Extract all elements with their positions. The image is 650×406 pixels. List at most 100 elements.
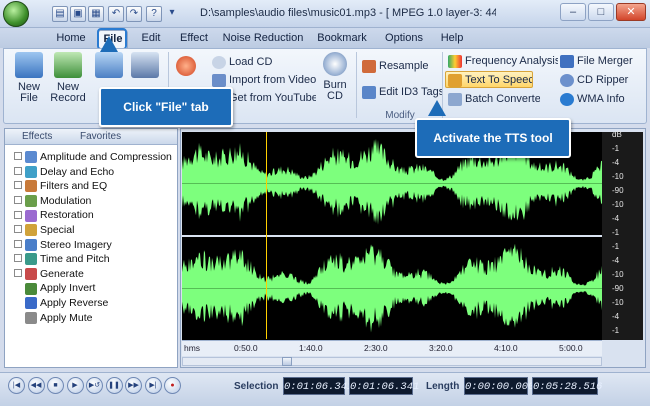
play-icon[interactable]: ▶	[66, 377, 84, 394]
text-to-speech-button[interactable]: Text To Speech	[448, 72, 532, 88]
customize-icon[interactable]: ▾	[166, 6, 178, 22]
pause-icon[interactable]: ❚❚	[105, 377, 123, 394]
meter-scale-label: -1	[612, 228, 620, 237]
go-start-icon[interactable]: |◀	[8, 377, 25, 394]
scrollbar-thumb[interactable]	[282, 357, 292, 366]
edit-id3-button[interactable]: Edit ID3 Tags	[362, 84, 442, 100]
tag-icon	[362, 85, 376, 99]
batch-icon	[448, 92, 462, 106]
cd-ripper-button[interactable]: CD Ripper	[560, 72, 644, 88]
window-title: D:\samples\audio files\music01.mp3 - [ M…	[200, 7, 496, 19]
tree-item[interactable]: Delay and Echo	[14, 165, 174, 180]
tab-help[interactable]: Help	[434, 30, 470, 48]
forward-icon[interactable]: ▶▶	[125, 377, 142, 394]
tree-item[interactable]: Generate	[14, 267, 174, 282]
rewind-icon[interactable]: ◀◀	[27, 377, 45, 394]
minimize-button[interactable]: –	[560, 3, 586, 21]
meter-scale-label: -90	[612, 284, 624, 293]
meter-scale-label: -1	[612, 326, 620, 335]
new-file-button[interactable]: New File	[12, 52, 46, 108]
meter-scale-label: -4	[612, 312, 620, 321]
go-end-icon[interactable]: ▶|	[144, 377, 162, 394]
wma-info-button[interactable]: WMA Info	[560, 91, 644, 107]
save-icon[interactable]: ▣	[70, 6, 86, 22]
length-start[interactable]: 0:00:00.000	[464, 377, 534, 395]
expand-icon[interactable]	[14, 269, 22, 278]
expand-icon[interactable]	[14, 239, 22, 248]
tree-item[interactable]: Amplitude and Compression	[14, 150, 174, 165]
tree-item[interactable]: Apply Mute	[14, 311, 174, 326]
record-icon[interactable]: ●	[164, 377, 181, 394]
effect-icon	[25, 311, 37, 324]
length-label: Length	[426, 381, 460, 392]
timeline-tick-label: 4:10.0	[494, 343, 518, 353]
close-button[interactable]: ✕	[616, 3, 646, 21]
ripper-icon	[560, 73, 574, 87]
selection-start[interactable]: 0:01:06.341	[283, 377, 353, 395]
tab-noise-reduction[interactable]: Noise Reduction	[220, 30, 306, 48]
expand-icon[interactable]	[14, 196, 22, 205]
length-total[interactable]: 0:05:28.516	[532, 377, 602, 395]
help-icon[interactable]: ?	[146, 6, 162, 22]
merge-icon	[560, 54, 574, 68]
expand-icon[interactable]	[14, 210, 22, 219]
callout-file-arrow	[100, 36, 118, 52]
tree-item-label: Apply Invert	[40, 282, 96, 295]
timeline-unit: hms	[184, 343, 201, 353]
open-icon[interactable]: ▤	[52, 6, 68, 22]
effect-icon	[25, 209, 37, 222]
expand-icon[interactable]	[14, 181, 22, 190]
tree-item-label: Special	[40, 224, 75, 236]
tree-item[interactable]: Modulation	[14, 194, 174, 209]
tree-item-label: Generate	[40, 267, 84, 280]
waveform-right-channel[interactable]	[182, 237, 602, 340]
tree-item[interactable]: Apply Reverse	[14, 296, 174, 311]
tree-item[interactable]: Apply Invert	[14, 281, 174, 296]
waveform-shape	[182, 243, 602, 333]
tab-bookmark[interactable]: Bookmark	[312, 30, 372, 48]
app-logo-icon[interactable]	[3, 1, 29, 27]
tab-edit[interactable]: Edit	[134, 30, 168, 48]
playback-cursor[interactable]	[266, 132, 267, 339]
undo-icon[interactable]: ↶	[108, 6, 124, 22]
load-cd-button[interactable]: Load CD	[212, 54, 312, 70]
expand-icon[interactable]	[14, 152, 22, 161]
expand-icon[interactable]	[14, 225, 22, 234]
tab-options[interactable]: Options	[380, 30, 428, 48]
effect-icon	[25, 165, 37, 178]
frequency-analysis-button[interactable]: Frequency Analysis	[448, 53, 558, 69]
stop-icon[interactable]: ■	[47, 377, 64, 394]
effect-icon	[25, 195, 37, 208]
horizontal-scrollbar[interactable]	[182, 357, 602, 366]
waveform-right-svg	[182, 243, 602, 333]
import-video-button[interactable]: Import from Video	[212, 72, 316, 88]
tree-item-label: Apply Mute	[40, 311, 93, 324]
batch-converter-button[interactable]: Batch Converter	[448, 91, 540, 107]
timeline-tick-label: 1:40.0	[299, 343, 323, 353]
selection-end[interactable]: 0:01:06.341	[349, 377, 419, 395]
effect-icon	[25, 282, 37, 295]
file-merger-button[interactable]: File Merger	[560, 53, 644, 69]
tree-item[interactable]: Time and Pitch	[14, 252, 174, 267]
tree-item[interactable]: Stereo Imagery	[14, 238, 174, 253]
maximize-button[interactable]: □	[588, 3, 614, 21]
redo-icon[interactable]: ↷	[126, 6, 142, 22]
effect-icon	[25, 253, 37, 266]
spectrum-icon	[448, 54, 462, 68]
burn-cd-button[interactable]: Burn CD	[318, 52, 352, 108]
tree-item-label: Amplitude and Compression	[40, 151, 172, 163]
tree-item[interactable]: Special	[14, 223, 174, 238]
expand-icon[interactable]	[14, 166, 22, 175]
tree-item-label: Filters and EQ	[40, 180, 108, 193]
tab-home[interactable]: Home	[48, 30, 94, 48]
tree-item[interactable]: Restoration	[14, 208, 174, 223]
play-loop-icon[interactable]: ▶↺	[86, 377, 103, 394]
expand-icon[interactable]	[14, 254, 22, 263]
resample-button[interactable]: Resample	[362, 58, 438, 74]
tab-effects[interactable]: Effects	[22, 130, 70, 144]
save-all-icon[interactable]: ▦	[88, 6, 104, 22]
new-record-button[interactable]: New Record	[48, 52, 88, 108]
tree-item[interactable]: Filters and EQ	[14, 179, 174, 194]
tab-effect[interactable]: Effect	[173, 30, 215, 48]
tab-favorites[interactable]: Favorites	[80, 130, 136, 144]
